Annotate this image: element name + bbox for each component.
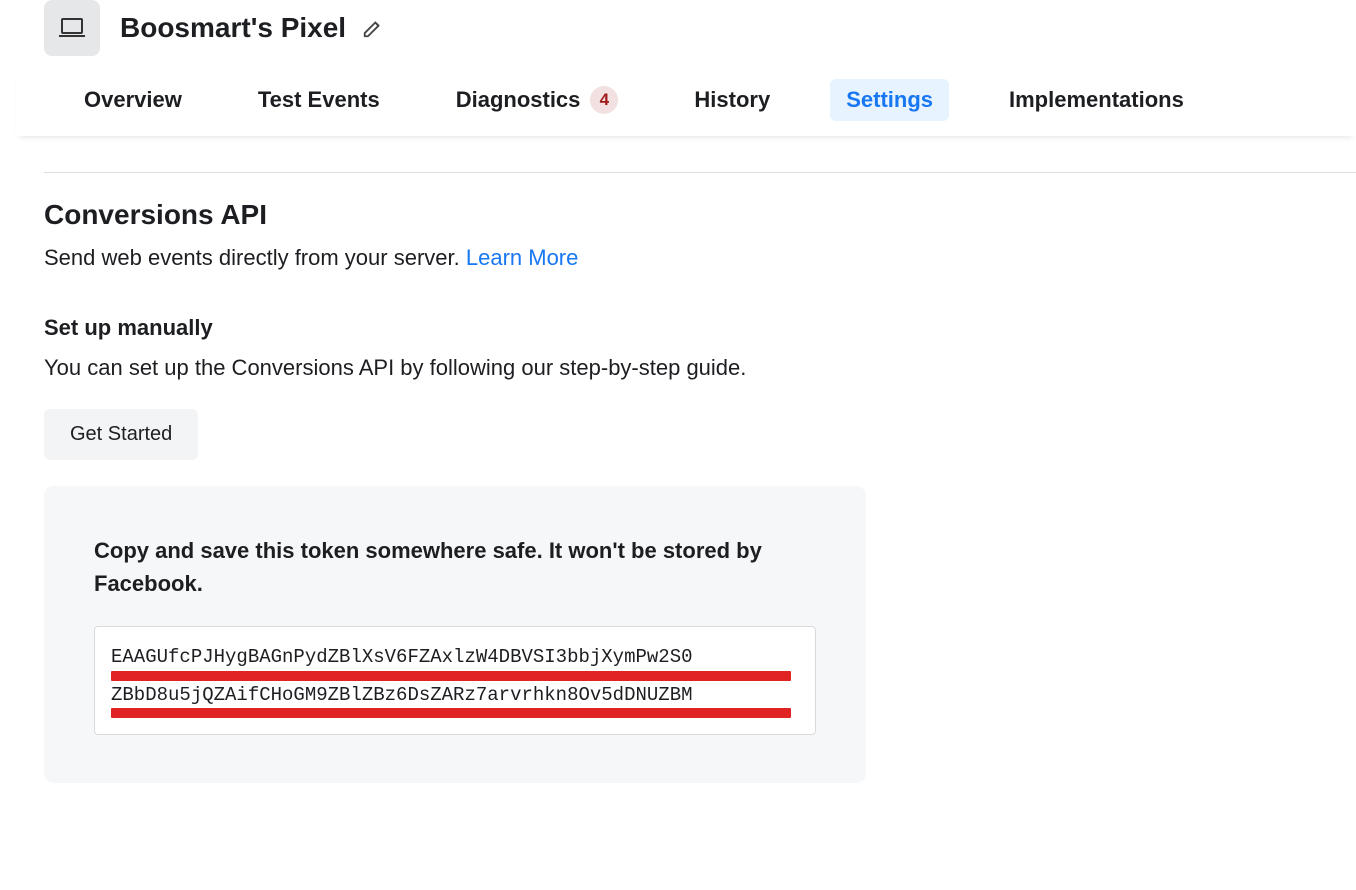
diagnostics-badge: 4	[590, 86, 618, 114]
learn-more-link[interactable]: Learn More	[466, 245, 579, 270]
conversions-api-section: Conversions API Send web events directly…	[16, 199, 1356, 783]
tab-bar: Overview Test Events Diagnostics 4 Histo…	[16, 68, 1356, 136]
tab-test-events[interactable]: Test Events	[242, 79, 396, 121]
tab-history[interactable]: History	[678, 79, 786, 121]
tab-settings[interactable]: Settings	[830, 79, 949, 121]
pixel-icon-box	[44, 0, 100, 56]
page-title: Boosmart's Pixel	[120, 12, 346, 44]
token-card: Copy and save this token somewhere safe.…	[44, 486, 866, 783]
page-header: Boosmart's Pixel	[16, 0, 1356, 68]
token-line-1: EAAGUfcPJHygBAGnPydZBlXsV6FZAxlzW4DBVSI3…	[111, 645, 799, 671]
manual-setup-desc: You can set up the Conversions API by fo…	[44, 355, 1356, 381]
token-box[interactable]: EAAGUfcPJHygBAGnPydZBlXsV6FZAxlzW4DBVSI3…	[94, 626, 816, 735]
tab-implementations[interactable]: Implementations	[993, 79, 1200, 121]
manual-setup-title: Set up manually	[44, 315, 1356, 341]
divider	[44, 172, 1356, 173]
token-line-2: ZBbD8u5jQZAifCHoGM9ZBlZBz6DsZARz7arvrhkn…	[111, 683, 799, 709]
redacted-line	[111, 671, 791, 681]
section-desc-text: Send web events directly from your serve…	[44, 245, 466, 270]
tab-overview[interactable]: Overview	[68, 79, 198, 121]
laptop-icon	[59, 18, 85, 38]
tab-diagnostics[interactable]: Diagnostics 4	[440, 78, 635, 122]
tab-diagnostics-label: Diagnostics	[456, 87, 581, 113]
get-started-button[interactable]: Get Started	[44, 409, 198, 460]
token-heading: Copy and save this token somewhere safe.…	[94, 534, 816, 600]
redacted-line	[111, 708, 791, 718]
edit-icon[interactable]	[362, 17, 384, 39]
section-title: Conversions API	[44, 199, 1356, 231]
section-description: Send web events directly from your serve…	[44, 245, 1356, 271]
